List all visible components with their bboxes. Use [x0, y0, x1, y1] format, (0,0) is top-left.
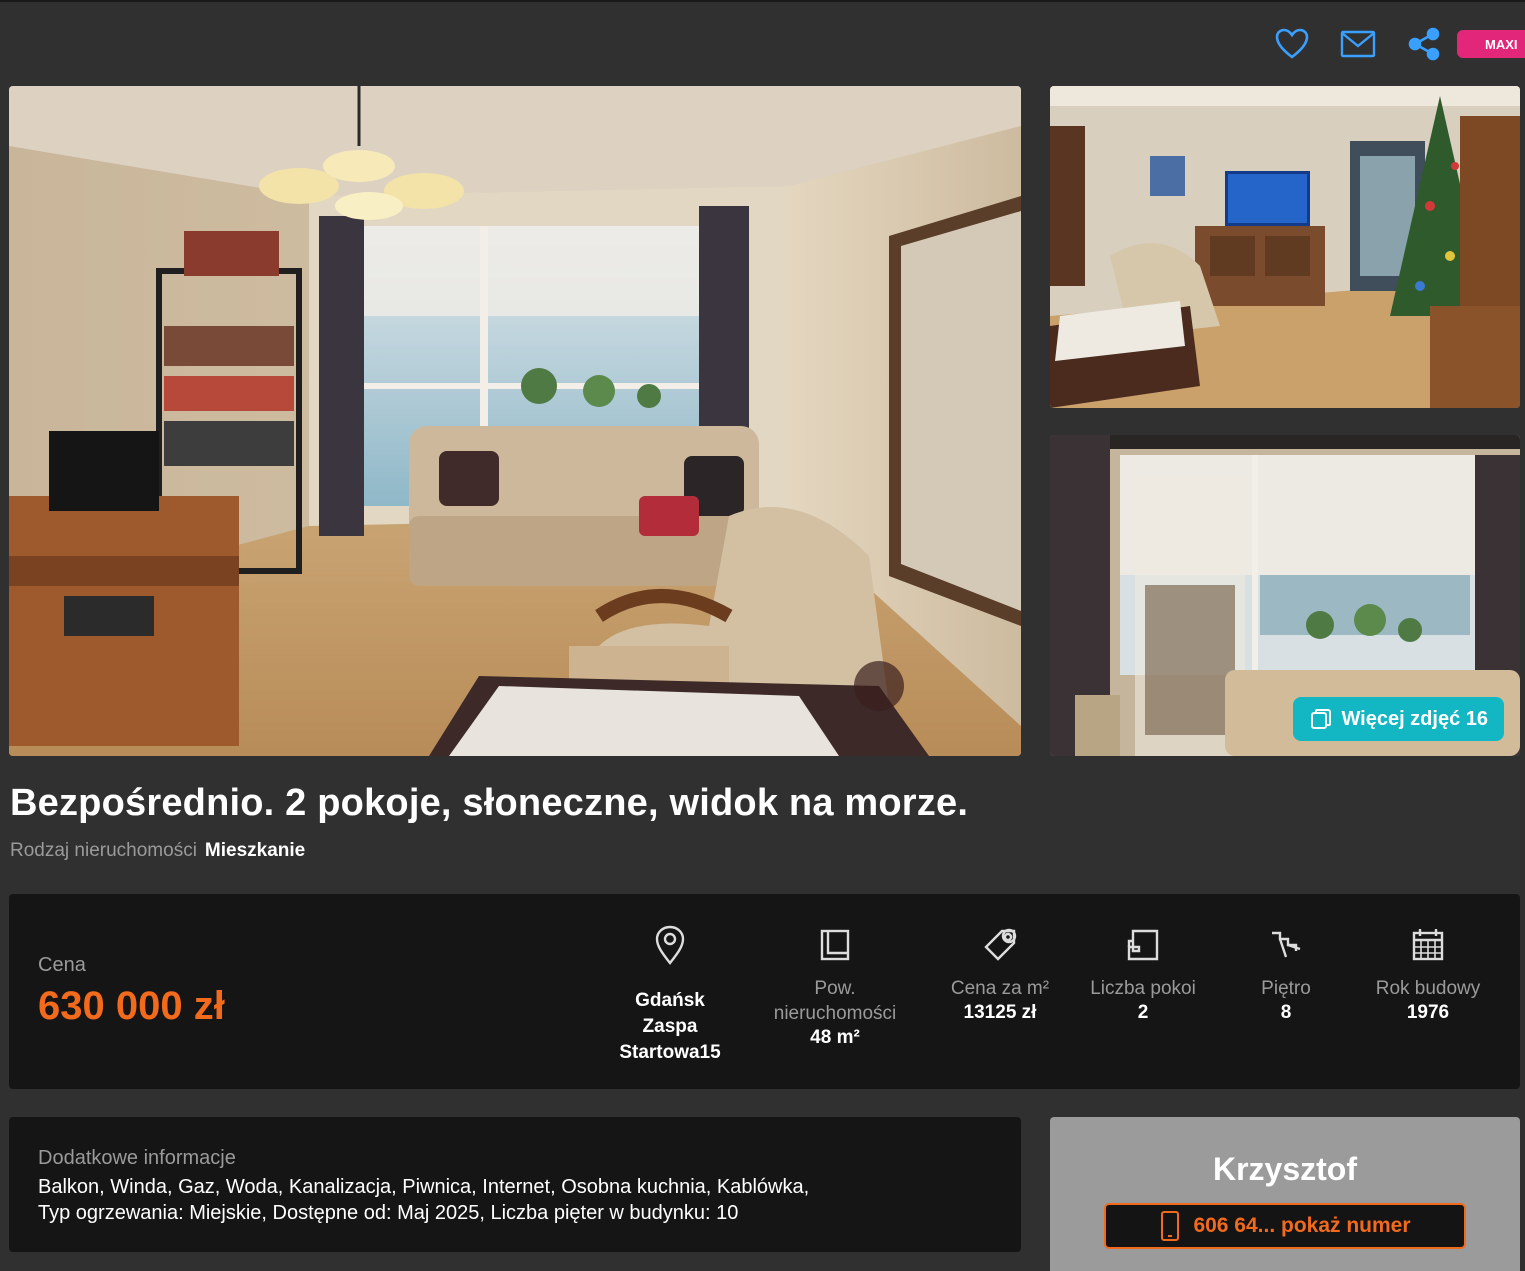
show-phone-button[interactable]: 606 64... pokaż numer — [1104, 1203, 1466, 1249]
stat-price-per-m2-label: Cena za m² — [950, 978, 1050, 999]
phone-icon — [1161, 1211, 1180, 1241]
room-with-tv-image — [1050, 86, 1520, 408]
message-button[interactable] — [1325, 24, 1391, 64]
side-photo-2[interactable]: Więcej zdjęć 16 — [1050, 435, 1520, 756]
calendar-icon — [1412, 929, 1444, 961]
property-type-value: Mieszkanie — [204, 840, 306, 861]
price-tag-icon — [984, 928, 1017, 961]
stat-price-per-m2-value: 13125 zł — [963, 1002, 1037, 1023]
more-photos-label: Więcej zdjęć 16 — [1341, 707, 1488, 730]
property-type: Rodzaj nieruchomości Mieszkanie — [10, 840, 305, 862]
location-street: Startowa15 — [619, 1042, 721, 1063]
location-pin-icon — [655, 925, 685, 965]
stat-build-year: Rok budowy 1976 — [1348, 922, 1508, 1025]
stat-area-label: Pow. nieruchomości — [773, 978, 897, 1024]
rooms-icon — [1127, 929, 1159, 961]
stat-floor: Piętro 8 — [1206, 922, 1366, 1025]
listing-page: MAXI Więcej zdjęć 16 Bezpośrednio. 2 pok… — [0, 0, 1525, 1271]
top-actions: MAXI — [1259, 22, 1525, 66]
more-photos-button[interactable]: Więcej zdjęć 16 — [1293, 697, 1504, 741]
location-district: Zaspa — [642, 1016, 698, 1037]
stairs-icon — [1272, 931, 1301, 958]
stat-area-value: 48 m² — [810, 1027, 860, 1048]
gallery-icon — [1311, 709, 1332, 729]
side-photo-1[interactable] — [1050, 86, 1520, 408]
summary-panel: Cena 630 000 zł Gdańsk Zaspa Startowa15 … — [9, 894, 1520, 1089]
favorite-button[interactable] — [1259, 24, 1325, 64]
stat-rooms-label: Liczba pokoi — [1090, 978, 1196, 999]
stat-rooms: Liczba pokoi 2 — [1063, 922, 1223, 1025]
stat-price-per-m2: Cena za m² 13125 zł — [920, 922, 1080, 1025]
price-value: 630 000 zł — [38, 984, 225, 1028]
envelope-icon — [1340, 30, 1376, 58]
maxi-badge: MAXI — [1457, 30, 1525, 58]
contact-panel: Krzysztof 606 64... pokaż numer — [1050, 1117, 1520, 1271]
stat-floor-label: Piętro — [1261, 978, 1311, 999]
contact-name: Krzysztof — [1212, 1151, 1357, 1187]
share-button[interactable] — [1391, 24, 1457, 64]
additional-info-title: Dodatkowe informacje — [38, 1147, 236, 1169]
additional-info-line-1: Balkon, Winda, Gaz, Woda, Kanalizacja, P… — [38, 1176, 810, 1198]
location[interactable]: Gdańsk Zaspa Startowa15 — [595, 922, 745, 1066]
stat-build-year-value: 1976 — [1406, 1002, 1450, 1023]
location-city: Gdańsk — [635, 990, 705, 1011]
stat-build-year-label: Rok budowy — [1375, 978, 1481, 999]
area-icon — [820, 929, 850, 961]
listing-title: Bezpośrednio. 2 pokoje, słoneczne, widok… — [10, 782, 969, 824]
stat-floor-value: 8 — [1280, 1002, 1292, 1023]
stat-area: Pow. nieruchomości 48 m² — [755, 922, 915, 1050]
phone-label: 606 64... pokaż numer — [1193, 1214, 1411, 1237]
stat-rooms-value: 2 — [1137, 1002, 1149, 1023]
share-icon — [1408, 27, 1440, 61]
price-label: Cena — [38, 954, 86, 976]
heart-icon — [1275, 28, 1309, 59]
property-type-label: Rodzaj nieruchomości — [10, 840, 197, 861]
living-room-image — [9, 86, 1021, 756]
additional-info-panel: Dodatkowe informacje Balkon, Winda, Gaz,… — [9, 1117, 1021, 1252]
main-photo[interactable] — [9, 86, 1021, 756]
additional-info-line-2: Typ ogrzewania: Miejskie, Dostępne od: M… — [38, 1202, 739, 1224]
